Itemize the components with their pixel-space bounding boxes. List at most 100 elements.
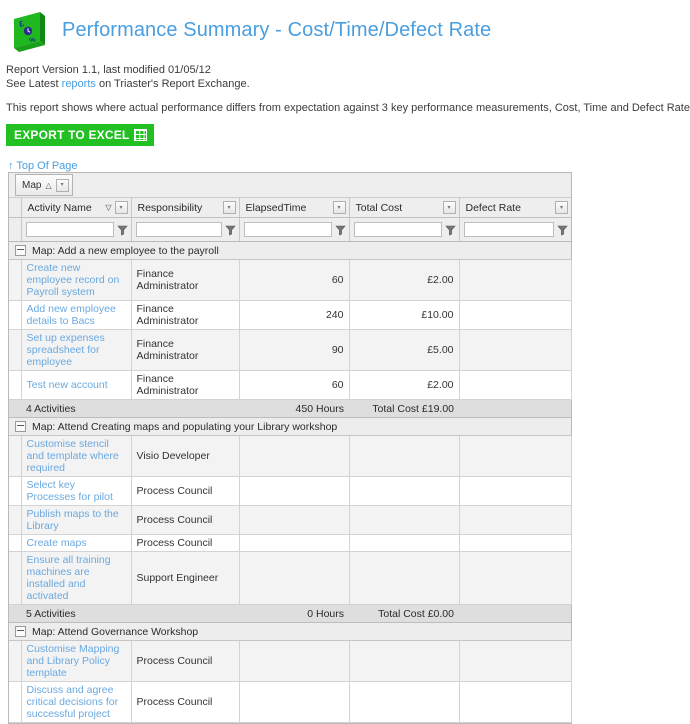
column-menu-icon-responsibility[interactable]: ▾ bbox=[222, 201, 236, 214]
table-row[interactable]: Add new employee details to Bacs Finance … bbox=[9, 300, 572, 330]
table-row[interactable]: Customise stencil and template where req… bbox=[9, 435, 572, 477]
cell-responsibility: Finance Administrator bbox=[131, 329, 240, 371]
collapse-group-icon[interactable] bbox=[15, 626, 26, 637]
row-gutter-cell bbox=[9, 640, 22, 682]
column-header-defect-rate[interactable]: Defect Rate ▾ bbox=[459, 198, 571, 218]
cell-responsibility: Process Council bbox=[131, 534, 240, 552]
cell-defect-rate bbox=[459, 476, 572, 506]
filter-funnel-icon-defect-rate[interactable] bbox=[557, 224, 568, 236]
column-header-elapsed-time[interactable]: ElapsedTime ▾ bbox=[239, 198, 350, 218]
chevron-down-icon[interactable]: ▾ bbox=[55, 178, 69, 192]
column-header-activity-name[interactable]: Activity Name ▽ ▾ bbox=[21, 198, 132, 218]
filter-input-elapsed-time[interactable] bbox=[243, 222, 332, 237]
filter-funnel-icon-responsibility[interactable] bbox=[224, 224, 236, 236]
column-menu-icon-activity-name[interactable]: ▾ bbox=[114, 201, 128, 214]
filter-input-activity-name[interactable] bbox=[25, 222, 114, 237]
table-row[interactable]: Customise Mapping and Library Policy tem… bbox=[9, 640, 572, 682]
filter-funnel-icon-elapsed-time[interactable] bbox=[334, 224, 346, 236]
page-title: Performance Summary - Cost/Time/Defect R… bbox=[62, 18, 492, 41]
column-header-responsibility[interactable]: Responsibility ▾ bbox=[131, 198, 240, 218]
collapse-group-icon[interactable] bbox=[15, 245, 26, 256]
cell-total-cost bbox=[349, 681, 460, 723]
group-header-row[interactable]: Map: Attend Governance Workshop bbox=[9, 622, 571, 641]
column-header-defect-rate-label: Defect Rate bbox=[465, 201, 521, 214]
reports-link[interactable]: reports bbox=[62, 78, 96, 90]
summary-hours: 0 Hours bbox=[239, 604, 349, 623]
column-menu-icon-defect-rate[interactable]: ▾ bbox=[555, 201, 568, 214]
cell-defect-rate bbox=[459, 370, 572, 400]
column-menu-icon-total-cost[interactable]: ▾ bbox=[442, 201, 456, 214]
cell-defect-rate bbox=[459, 551, 572, 605]
cell-activity-name: Add new employee details to Bacs bbox=[21, 300, 132, 330]
cell-defect-rate bbox=[459, 681, 572, 723]
latest-prefix: See Latest bbox=[6, 78, 62, 90]
activity-name-link[interactable]: Add new employee details to Bacs bbox=[27, 303, 126, 327]
table-row[interactable]: Select key Processes for pilot Process Co… bbox=[9, 476, 572, 506]
cell-defect-rate bbox=[459, 435, 572, 477]
row-gutter-cell bbox=[9, 681, 22, 723]
row-gutter-cell bbox=[9, 534, 22, 552]
sort-ascending-icon[interactable]: △ bbox=[45, 181, 51, 190]
activity-name-link[interactable]: Publish maps to the Library bbox=[27, 508, 126, 532]
table-row[interactable]: Create new employee record on Payroll sy… bbox=[9, 259, 572, 301]
table-row[interactable]: Ensure all training machines are install… bbox=[9, 551, 572, 605]
activity-name-link[interactable]: Discuss and agree critical decisions for… bbox=[27, 684, 126, 720]
activity-name-link[interactable]: Test new account bbox=[27, 379, 126, 391]
cell-elapsed-time: 60 bbox=[239, 370, 350, 400]
performance-card-icon: £ % bbox=[6, 7, 52, 53]
row-gutter-cell bbox=[9, 435, 22, 477]
column-menu-icon-elapsed-time[interactable]: ▾ bbox=[332, 201, 346, 214]
activity-name-link[interactable]: Select key Processes for pilot bbox=[27, 479, 126, 503]
gutter-header-cell bbox=[9, 198, 22, 218]
activity-name-link[interactable]: Customise Mapping and Library Policy tem… bbox=[27, 643, 126, 679]
cell-defect-rate bbox=[459, 300, 572, 330]
collapse-group-icon[interactable] bbox=[15, 421, 26, 432]
report-meta: Report Version 1.1, last modified 01/05/… bbox=[0, 52, 690, 91]
cell-responsibility: Finance Administrator bbox=[131, 300, 240, 330]
activity-name-link[interactable]: Ensure all training machines are install… bbox=[27, 554, 126, 602]
column-header-activity-name-label: Activity Name bbox=[27, 201, 92, 214]
top-of-page-link[interactable]: ↑ Top Of Page bbox=[8, 160, 78, 172]
filter-funnel-icon-activity-name[interactable] bbox=[116, 224, 128, 236]
filter-funnel-icon-total-cost[interactable] bbox=[444, 224, 456, 236]
group-summary-row: 5 Activities 0 Hours Total Cost £0.00 bbox=[9, 604, 571, 623]
table-row[interactable]: Test new account Finance Administrator 60 £… bbox=[9, 370, 572, 400]
table-row[interactable]: Set up expenses spreadsheet for employee… bbox=[9, 329, 572, 371]
export-to-excel-button[interactable]: EXPORT TO EXCEL bbox=[6, 124, 155, 146]
table-row[interactable]: Publish maps to the Library Process Counc… bbox=[9, 505, 572, 535]
cell-total-cost: £10.00 bbox=[349, 300, 460, 330]
summary-cost: Total Cost £0.00 bbox=[349, 604, 459, 623]
sort-descending-icon[interactable]: ▽ bbox=[105, 203, 111, 212]
filter-input-responsibility[interactable] bbox=[135, 222, 222, 237]
row-gutter-cell bbox=[9, 505, 22, 535]
group-header-row[interactable]: Map: Attend Creating maps and populating… bbox=[9, 417, 571, 436]
group-header-row[interactable]: Map: Add a new employee to the payroll bbox=[9, 241, 571, 260]
cell-total-cost: £2.00 bbox=[349, 370, 460, 400]
table-row[interactable]: Discuss and agree critical decisions for… bbox=[9, 681, 572, 723]
cell-elapsed-time bbox=[239, 681, 350, 723]
report-grid: Map △ ▾ Activity Name ▽ ▾ Responsibility… bbox=[8, 172, 572, 724]
summary-count: 5 Activities bbox=[21, 604, 239, 623]
column-header-total-cost[interactable]: Total Cost ▾ bbox=[349, 198, 460, 218]
summary-defect bbox=[459, 604, 571, 623]
cell-activity-name: Set up expenses spreadsheet for employee bbox=[21, 329, 132, 371]
cell-responsibility: Process Council bbox=[131, 476, 240, 506]
row-gutter-cell bbox=[9, 259, 22, 301]
cell-elapsed-time: 240 bbox=[239, 300, 350, 330]
activity-name-link[interactable]: Create new employee record on Payroll sy… bbox=[27, 262, 126, 298]
cell-elapsed-time: 60 bbox=[239, 259, 350, 301]
cell-responsibility: Support Engineer bbox=[131, 551, 240, 605]
activity-name-link[interactable]: Customise stencil and template where req… bbox=[27, 438, 126, 474]
group-by-chip-map[interactable]: Map △ ▾ bbox=[15, 174, 73, 196]
filter-input-defect-rate[interactable] bbox=[463, 222, 554, 237]
summary-count: 4 Activities bbox=[21, 399, 239, 418]
summary-gutter-cell bbox=[9, 604, 21, 623]
filter-input-total-cost[interactable] bbox=[353, 222, 442, 237]
cell-responsibility: Process Council bbox=[131, 681, 240, 723]
grid-header-row: Activity Name ▽ ▾ Responsibility ▾ Elaps… bbox=[9, 198, 571, 218]
page-header: £ % Performance Summary - Cost/Time/Defe… bbox=[0, 0, 690, 52]
activity-name-link[interactable]: Set up expenses spreadsheet for employee bbox=[27, 332, 126, 368]
table-row[interactable]: Create maps Process Council bbox=[9, 534, 572, 552]
activity-name-link[interactable]: Create maps bbox=[27, 537, 126, 549]
cell-activity-name: Publish maps to the Library bbox=[21, 505, 132, 535]
